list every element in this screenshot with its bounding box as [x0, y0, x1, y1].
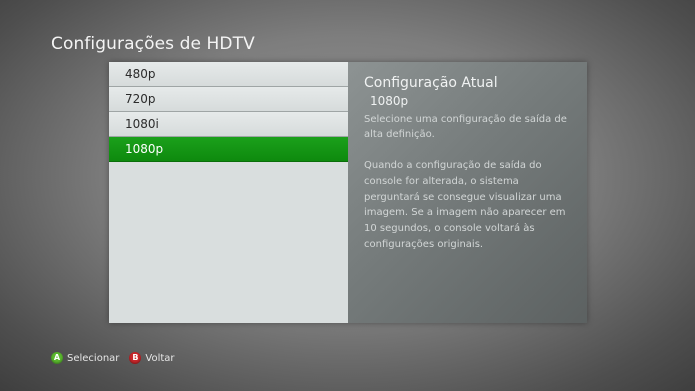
info-detail: Quando a configuração de saída do consol…	[364, 160, 566, 250]
settings-panel: 480p 720p 1080i 1080p Configuração Atual…	[109, 62, 587, 323]
option-1080i[interactable]: 1080i	[109, 112, 348, 137]
option-720p[interactable]: 720p	[109, 87, 348, 112]
a-button-icon: A	[51, 352, 63, 364]
button-hints: A Selecionar B Voltar	[51, 351, 185, 365]
select-label: Selecionar	[67, 352, 120, 364]
current-value: 1080p	[370, 94, 409, 108]
page-title: Configurações de HDTV	[51, 34, 255, 54]
option-480p[interactable]: 480p	[109, 62, 348, 87]
info-description: Selecione uma configuração de saída de a…	[364, 114, 567, 140]
back-button[interactable]: B Voltar	[129, 352, 175, 364]
select-button[interactable]: A Selecionar	[51, 352, 119, 364]
b-button-icon: B	[129, 352, 142, 364]
resolution-list: 480p 720p 1080i 1080p	[109, 62, 348, 323]
option-1080p[interactable]: 1080p	[109, 137, 348, 162]
info-title: Configuração Atual	[364, 75, 498, 91]
back-label: Voltar	[145, 352, 175, 364]
info-panel: Configuração Atual 1080p Selecione uma c…	[348, 62, 587, 323]
